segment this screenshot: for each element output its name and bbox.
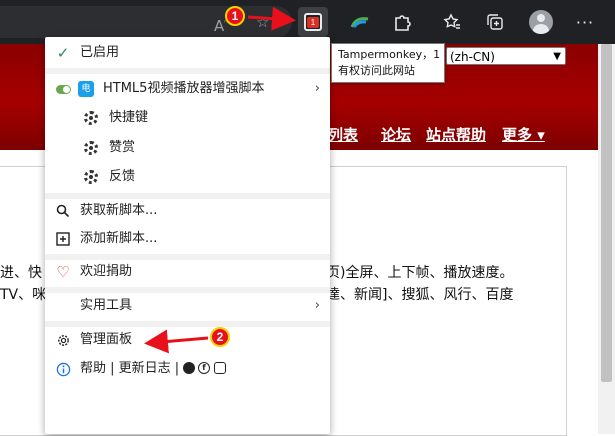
utilities-label: 实用工具 <box>80 298 133 313</box>
nav-link-forum[interactable]: 论坛 <box>381 126 411 144</box>
extension-button[interactable] <box>345 7 375 37</box>
nav-link-help[interactable]: 站点帮助 <box>426 126 486 144</box>
profile-avatar <box>529 10 553 34</box>
annotation-marker-2: 2 <box>210 327 230 347</box>
enabled-label: 已启用 <box>80 45 120 60</box>
hotkeys-label: 快捷键 <box>109 110 149 125</box>
extension-tooltip: Tampermonkey，1 有权访问此网站 <box>331 43 445 83</box>
tampermonkey-icon: 1 <box>304 13 322 31</box>
add-script-label: 添加新脚本... <box>80 231 158 246</box>
description-line2-right: 達、新闻]、搜狐、风行、百度 <box>326 287 514 303</box>
heart-icon: ♡ <box>56 263 70 281</box>
collections-button[interactable] <box>480 7 510 37</box>
gear-icon <box>83 110 99 126</box>
menu-item-feedback[interactable]: 反馈 <box>45 162 330 192</box>
favorites-button[interactable] <box>437 7 467 37</box>
tampermonkey-menu: ✓ 已启用 电 HTML5视频播放器增强脚本 › 快捷键 赞赏 反馈 获取新脚本… <box>45 37 330 434</box>
annotation-marker-1: 1 <box>225 6 245 26</box>
extensions-menu-button[interactable] <box>387 7 417 37</box>
favorites-icon <box>443 13 460 29</box>
menu-item-script[interactable]: 电 HTML5视频播放器增强脚本 › <box>45 74 330 104</box>
github-icon[interactable] <box>183 362 195 374</box>
puzzle-icon <box>395 15 411 31</box>
instagram-icon[interactable] <box>214 362 226 374</box>
chevron-right-icon: › <box>314 298 320 313</box>
more-button[interactable]: ··· <box>570 7 600 37</box>
address-bar[interactable]: Aⁿ ☆ <box>0 6 292 38</box>
tooltip-title: Tampermonkey，1 <box>338 48 441 61</box>
language-select[interactable]: (zh-CN) ▼ <box>446 47 566 65</box>
plus-box-icon <box>55 231 71 247</box>
more-icon: ··· <box>575 12 595 32</box>
scrollbar-thumb[interactable] <box>601 44 612 382</box>
collections-icon <box>487 14 503 30</box>
star-add-icon[interactable]: ☆ <box>256 15 269 30</box>
description-line1-right: 页)全屏、上下帧、播放速度。 <box>326 265 514 281</box>
menu-item-get-scripts[interactable]: 获取新脚本... <box>45 196 330 226</box>
chevron-right-icon: › <box>314 81 320 96</box>
menu-item-appreciate[interactable]: 赞赏 <box>45 133 330 163</box>
tampermonkey-badge: 1 <box>307 17 319 28</box>
script-icon: 电 <box>78 81 94 97</box>
nav-link-scripts-list[interactable]: 列表 <box>328 126 358 144</box>
search-icon <box>55 203 71 219</box>
appreciate-label: 赞赏 <box>109 140 136 155</box>
facebook-icon[interactable]: f <box>198 362 210 374</box>
donate-label: 欢迎捐助 <box>80 264 133 279</box>
menu-item-help: 帮助 | 更新日志 | f <box>45 354 330 384</box>
nav-link-more[interactable]: 更多 ▾ <box>502 126 545 144</box>
help-changelog-links[interactable]: 帮助 | 更新日志 | <box>80 361 179 377</box>
checkmark-icon: ✓ <box>56 44 70 62</box>
gear-icon <box>83 169 99 185</box>
chevron-down-icon: ▼ <box>553 51 561 62</box>
info-icon <box>55 361 71 377</box>
description-line2-left: TV、咪 <box>0 287 47 303</box>
menu-item-enabled[interactable]: ✓ 已启用 <box>45 38 330 68</box>
page-scrollbar[interactable] <box>598 44 615 434</box>
get-scripts-label: 获取新脚本... <box>80 203 158 218</box>
tooltip-subtitle: 有权访问此网站 <box>338 64 415 77</box>
toggle-on-icon[interactable] <box>55 81 71 97</box>
menu-item-utilities[interactable]: 实用工具 › <box>45 291 330 321</box>
menu-item-hotkeys[interactable]: 快捷键 <box>45 103 330 133</box>
script-name: HTML5视频播放器增强脚本 <box>103 81 265 96</box>
menu-item-add-script[interactable]: 添加新脚本... <box>45 224 330 254</box>
tampermonkey-extension-button[interactable]: 1 <box>298 7 328 37</box>
gear-icon <box>83 140 99 156</box>
profile-button[interactable] <box>526 7 556 37</box>
extension-icon <box>350 17 369 28</box>
gear-icon <box>55 332 71 348</box>
menu-item-dashboard[interactable]: 管理面板 <box>45 325 330 355</box>
dashboard-label: 管理面板 <box>80 332 133 347</box>
description-line1-left: 进、快 <box>0 265 42 281</box>
feedback-label: 反馈 <box>109 169 136 184</box>
menu-item-donate[interactable]: ♡ 欢迎捐助 <box>45 257 330 287</box>
language-select-value: (zh-CN) <box>450 50 495 64</box>
